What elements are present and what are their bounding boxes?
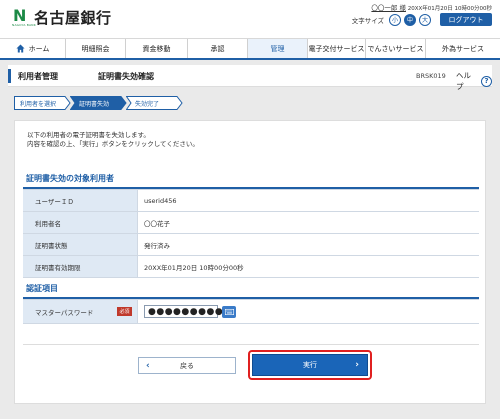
screen-id: BRSK019 — [416, 72, 446, 80]
back-button[interactable]: ‹ 戻る — [138, 357, 236, 374]
header: N NAGOYA BANK 名古屋銀行 〇〇一郎 様 20XX年01月20日 1… — [0, 0, 500, 38]
table-row: 証明書有効期限 20XX年01月20日 10時00分00秒 — [23, 256, 479, 278]
nav-home[interactable]: ホーム — [0, 39, 66, 58]
software-keyboard-button[interactable] — [222, 305, 236, 318]
font-size-large-button[interactable]: 大 — [419, 13, 431, 26]
master-password-input[interactable]: ●●●●●●●●● — [144, 305, 223, 318]
title-accent-bar — [8, 69, 11, 83]
step-revoke-complete: 失効完了 — [126, 96, 183, 110]
main-panel: 以下の利用者の電子証明書を失効します。 内容を確認の上、「実行」ボタンをクリック… — [14, 120, 486, 404]
target-user-table: ユーザーＩＤ userid456 利用者名 〇〇花子 証明書状態 発行済み 証明… — [23, 189, 479, 278]
nav-approval[interactable]: 承認 — [188, 39, 248, 58]
step-select-user: 利用者を選択 — [14, 96, 71, 110]
cert-expiry-value: 20XX年01月20日 10時00分00秒 — [137, 256, 479, 277]
table-row: ユーザーＩＤ userid456 — [23, 190, 479, 212]
last-login: 20XX年01月20日 10時00分00秒 — [407, 6, 492, 12]
bank-name: 名古屋銀行 — [34, 9, 112, 27]
bank-logo[interactable]: N NAGOYA BANK 名古屋銀行 — [12, 7, 112, 28]
page-title-bar: 利用者管理 証明書失効確認 BRSK019 ヘルプ ? — [8, 65, 492, 91]
required-badge: 必須 — [117, 307, 132, 316]
font-size-small-button[interactable]: 小 — [389, 13, 401, 26]
step-revoke-certificate: 証明書失効 — [70, 96, 127, 110]
nav-e-delivery[interactable]: 電子交付サービス — [308, 39, 366, 58]
auth-section-title: 認証項目 — [23, 283, 479, 299]
logout-button[interactable]: ログアウト — [440, 13, 492, 26]
user-id-value: userid456 — [137, 190, 479, 211]
row-label: 利用者名 — [23, 212, 137, 233]
help-link[interactable]: ヘルプ ? — [456, 70, 492, 92]
nav-management[interactable]: 管理 — [248, 39, 308, 58]
row-label: 証明書状態 — [23, 234, 137, 255]
instruction-text: 以下の利用者の電子証明書を失効します。 内容を確認の上、「実行」ボタンをクリック… — [27, 131, 199, 148]
row-label: ユーザーＩＤ — [23, 190, 137, 211]
master-password-label: マスターパスワード 必須 — [23, 300, 137, 323]
nav-statements[interactable]: 明細照会 — [66, 39, 126, 58]
home-icon — [16, 44, 25, 53]
chevron-right-icon: › — [355, 360, 359, 370]
font-size-label: 文字サイズ — [351, 16, 384, 25]
nav-forex[interactable]: 外為サービス — [426, 39, 500, 58]
cert-status-value: 発行済み — [137, 234, 479, 255]
execute-button[interactable]: 実行 › — [252, 354, 368, 376]
target-section-title: 証明書失効の対象利用者 — [23, 173, 479, 189]
auth-table: マスターパスワード 必須 ●●●●●●●●● — [23, 299, 479, 324]
font-size-medium-button[interactable]: 中 — [404, 13, 416, 26]
table-row: 利用者名 〇〇花子 — [23, 212, 479, 234]
header-tools: 文字サイズ 小 中 大 ログアウト — [352, 13, 492, 26]
table-row: 証明書状態 発行済み — [23, 234, 479, 256]
global-nav: ホーム 明細照会 資金移動 承認 管理 電子交付サービス でんさいサービス 外為… — [0, 38, 500, 60]
user-name[interactable]: 〇〇一郎 様 — [371, 4, 406, 12]
row-label: 証明書有効期限 — [23, 256, 137, 277]
nav-transfer[interactable]: 資金移動 — [126, 39, 188, 58]
button-divider — [23, 344, 479, 345]
page-title: 証明書失効確認 — [98, 72, 154, 81]
master-password-cell: ●●●●●●●●● — [137, 300, 479, 323]
page-category: 利用者管理 — [18, 72, 58, 81]
nav-densai[interactable]: でんさいサービス — [366, 39, 426, 58]
table-row: マスターパスワード 必須 ●●●●●●●●● — [23, 300, 479, 324]
user-name-value: 〇〇花子 — [137, 212, 479, 233]
keyboard-icon — [224, 308, 234, 315]
user-info: 〇〇一郎 様 20XX年01月20日 10時00分00秒 — [371, 2, 492, 12]
help-icon: ? — [481, 75, 492, 87]
progress-steps: 利用者を選択 証明書失効 失効完了 — [14, 96, 183, 110]
bank-logo-mark: N NAGOYA BANK — [12, 5, 36, 27]
